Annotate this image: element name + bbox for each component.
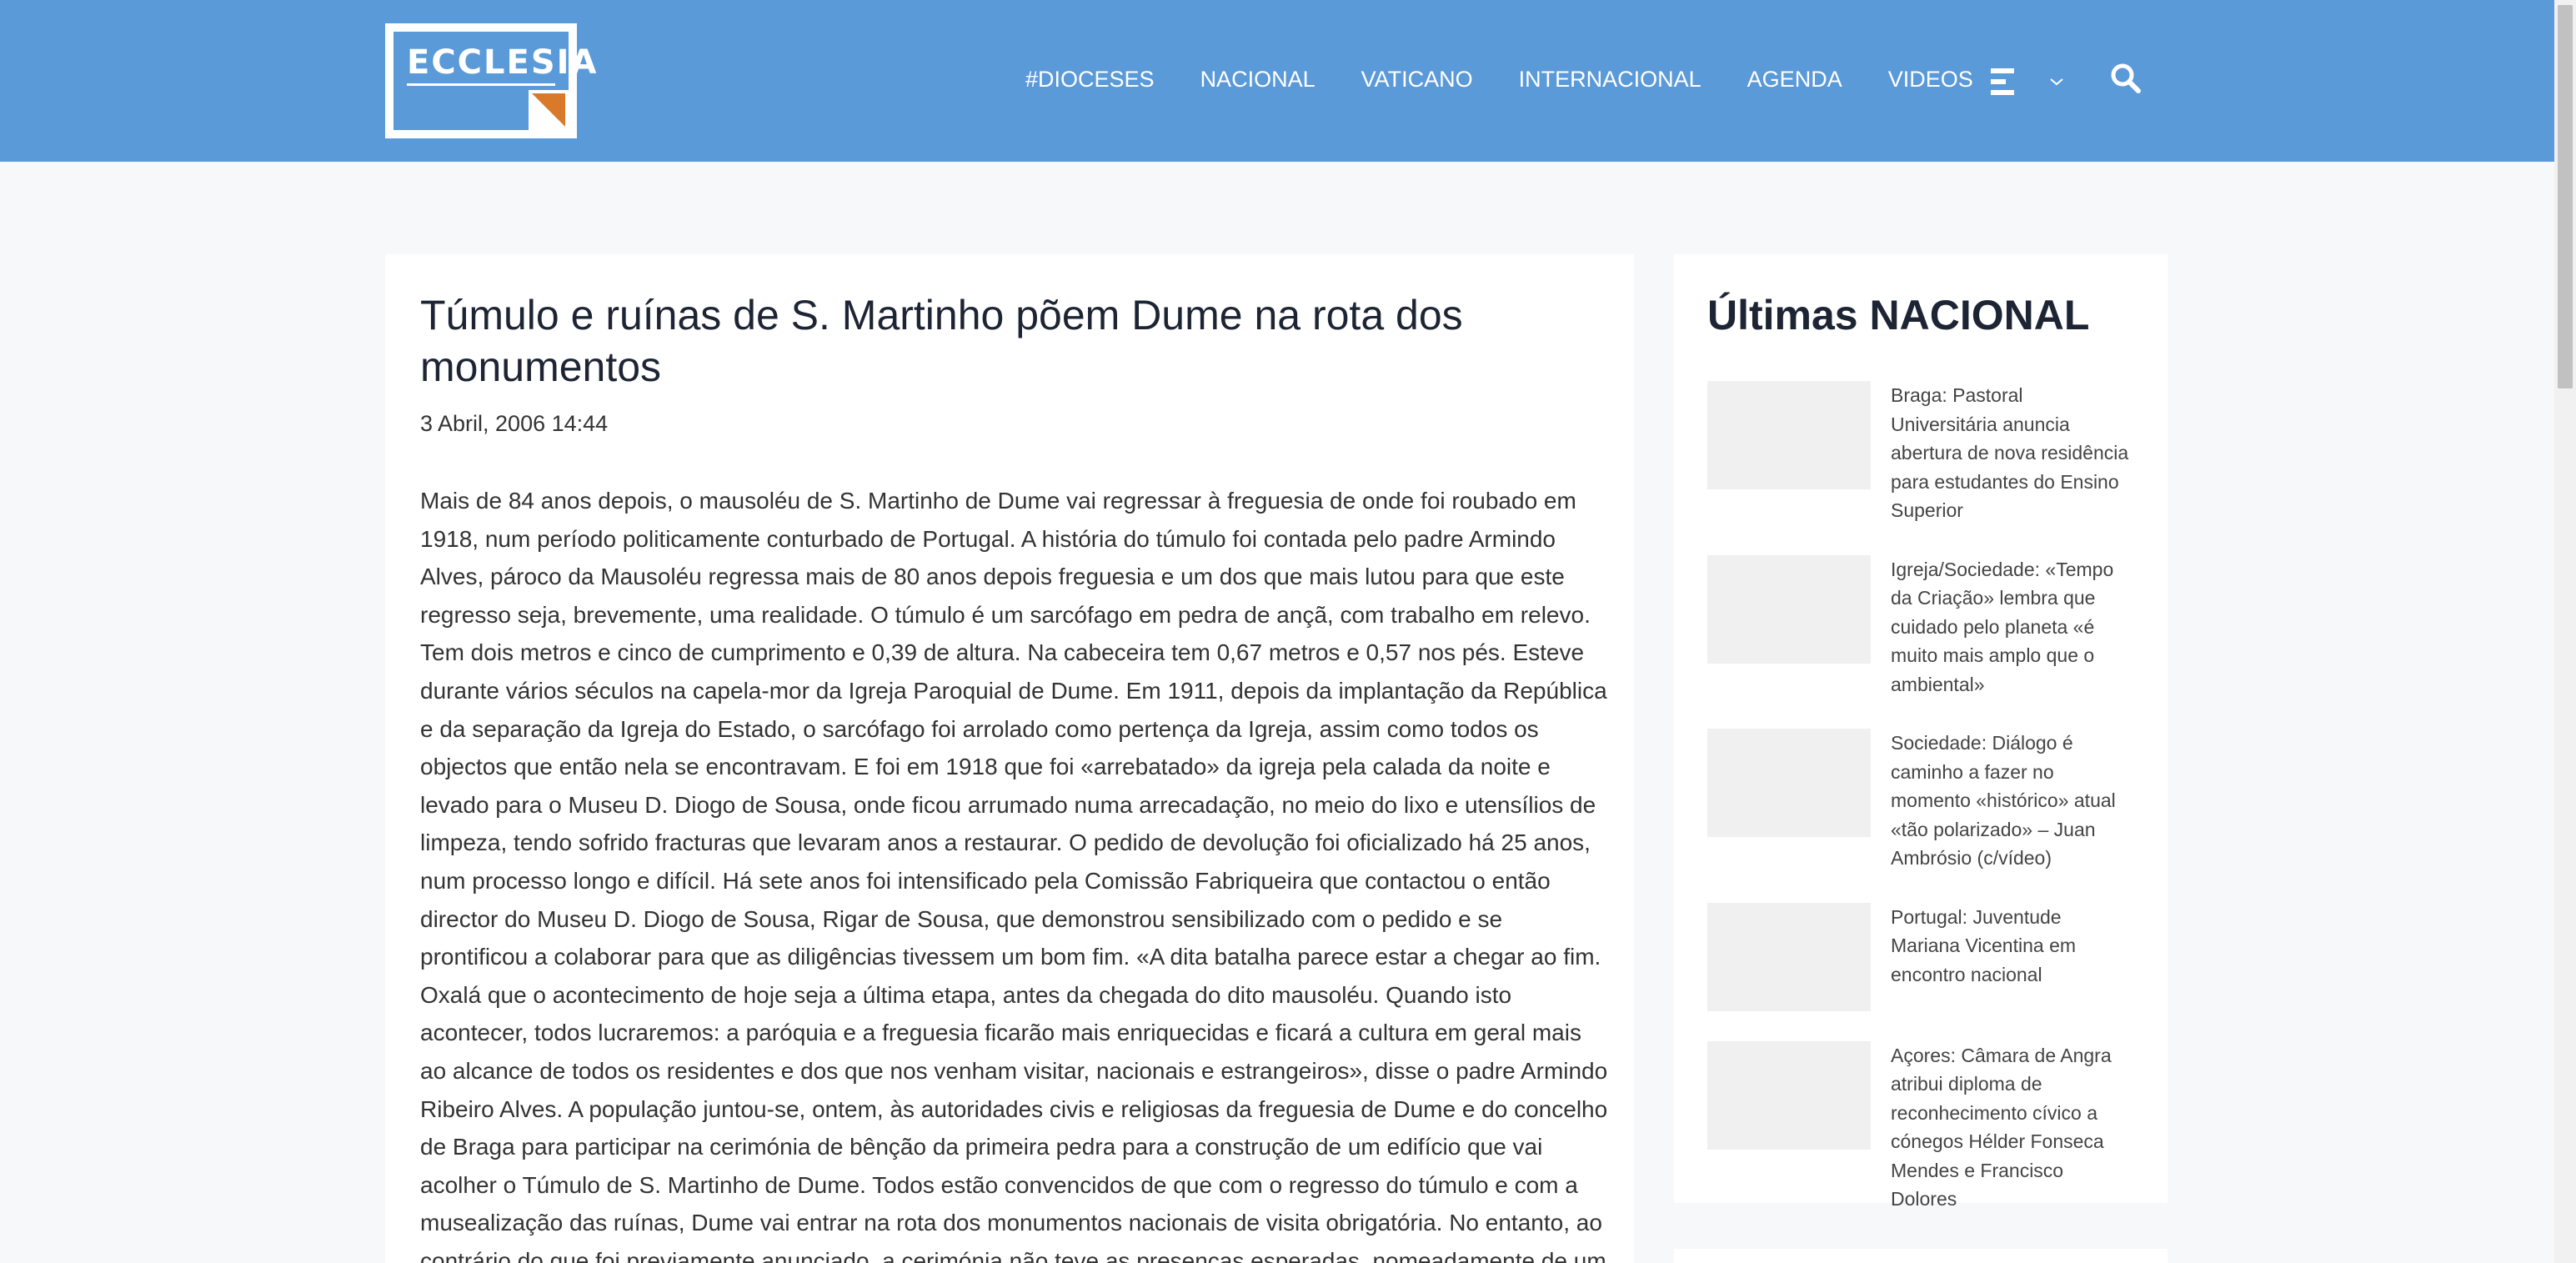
nav-item-agenda[interactable]: AGENDA bbox=[1747, 67, 1842, 93]
news-thumbnail[interactable] bbox=[1707, 554, 1871, 664]
more-menu-toggle[interactable] bbox=[1991, 68, 2064, 95]
news-link[interactable]: Igreja/Sociedade: «Tempo da Criação» lem… bbox=[1891, 555, 2134, 699]
chevron-down-icon bbox=[2050, 78, 2063, 86]
article-title: Túmulo e ruínas de S. Martinho põem Dume… bbox=[420, 292, 1463, 390]
logo-accent bbox=[532, 93, 565, 127]
news-item[interactable]: Braga: Pastoral Universitária anuncia ab… bbox=[1707, 381, 2134, 525]
news-thumbnail[interactable] bbox=[1707, 729, 1871, 837]
article-card: Túmulo e ruínas de S. Martinho põem Dume… bbox=[385, 254, 1634, 1263]
logo-underline bbox=[407, 83, 555, 86]
main-nav: #DIOCESES NACIONAL VATICANO INTERNACIONA… bbox=[1025, 67, 2019, 93]
news-link[interactable]: Sociedade: Diálogo é caminho a fazer no … bbox=[1891, 729, 2134, 873]
menu-icon bbox=[1991, 68, 2016, 95]
site-header: ECCLESIA #DIOCESES NACIONAL VATICANO INT… bbox=[0, 0, 2554, 162]
news-item[interactable]: Sociedade: Diálogo é caminho a fazer no … bbox=[1707, 729, 2134, 873]
nav-item-vaticano[interactable]: VATICANO bbox=[1361, 67, 1473, 93]
news-thumbnail[interactable] bbox=[1707, 1040, 1871, 1150]
news-thumbnail[interactable] bbox=[1707, 381, 1871, 489]
news-list: Braga: Pastoral Universitária anuncia ab… bbox=[1707, 381, 2134, 1214]
logo-text: ECCLESIA bbox=[407, 43, 599, 82]
nav-item-internacional[interactable]: INTERNACIONAL bbox=[1519, 67, 1701, 93]
news-link[interactable]: Braga: Pastoral Universitária anuncia ab… bbox=[1891, 381, 2134, 525]
news-item[interactable]: Portugal: Juventude Mariana Vicentina em… bbox=[1707, 902, 2134, 1011]
article-date: 3 Abril, 2006 14:44 bbox=[420, 411, 609, 436]
nav-item-videos[interactable]: VIDEOS bbox=[1888, 67, 1973, 93]
nav-item-nacional[interactable]: NACIONAL bbox=[1200, 67, 1316, 93]
news-item[interactable]: Igreja/Sociedade: «Tempo da Criação» lem… bbox=[1707, 554, 2134, 699]
ecclesia-logo[interactable]: ECCLESIA bbox=[385, 23, 597, 138]
sidebar-next-widget bbox=[1674, 1249, 2168, 1263]
article-body: Mais de 84 anos depois, o mausoléu de S.… bbox=[420, 488, 1608, 1263]
news-item[interactable]: Açores: Câmara de Angra atribui diploma … bbox=[1707, 1040, 2134, 1214]
page-scrollbar[interactable] bbox=[2554, 0, 2576, 1263]
sidebar-title: Últimas NACIONAL bbox=[1707, 292, 2090, 338]
news-link[interactable]: Portugal: Juventude Mariana Vicentina em… bbox=[1891, 903, 2134, 1011]
scrollbar-thumb[interactable] bbox=[2558, 5, 2573, 388]
search-icon[interactable] bbox=[2109, 62, 2142, 95]
sidebar-latest-news: Últimas NACIONAL Braga: Pastoral Univers… bbox=[1674, 254, 2168, 1210]
news-thumbnail[interactable] bbox=[1707, 902, 1871, 1011]
nav-item-dioceses[interactable]: #DIOCESES bbox=[1025, 67, 1155, 93]
news-link[interactable]: Açores: Câmara de Angra atribui diploma … bbox=[1891, 1041, 2134, 1214]
